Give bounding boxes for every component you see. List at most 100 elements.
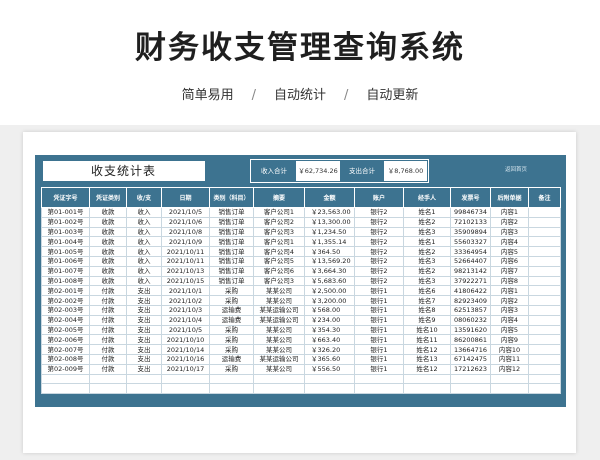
table-cell: 收款 xyxy=(89,265,127,277)
ledger-table: 凭证字号 凭证类别 收/支 日期 类别（科目） 摘要 金额 账户 经手人 发票号 后附单据 备注 第0… xyxy=(41,187,561,395)
table-cell: 内容8 xyxy=(490,275,529,287)
table-cell: 收入 xyxy=(126,207,162,218)
table-cell: 销售订单 xyxy=(209,207,254,218)
table-cell: 收款 xyxy=(89,226,127,238)
table-cell xyxy=(161,373,210,385)
table-cell xyxy=(41,383,90,395)
table-cell: 银行2 xyxy=(354,255,404,267)
table-row: 第01-008号 收款 收入 2021/10/15 销售订单 客户公司3 ￥5,683.60… xyxy=(41,275,561,287)
table-cell xyxy=(403,373,451,385)
table-cell: 第01-001号 xyxy=(41,207,90,218)
table-cell: 付款 xyxy=(89,295,127,306)
table-cell: 客户公司5 xyxy=(253,255,305,267)
table-cell: 收款 xyxy=(89,275,127,287)
table-cell: 付款 xyxy=(89,353,127,365)
table-cell: 姓名2 xyxy=(403,265,451,277)
table-cell xyxy=(528,255,561,267)
table-cell: 2021/10/10 xyxy=(161,334,210,346)
table-cell xyxy=(253,383,305,395)
table-cell: 客户公司1 xyxy=(253,236,305,248)
page-title: 财务收支管理查询系统 xyxy=(135,30,465,66)
table-cell: 13591620 xyxy=(450,324,491,336)
table-cell: 银行1 xyxy=(354,304,404,316)
table-cell: 内容3 xyxy=(490,226,529,238)
table-cell: ￥568.00 xyxy=(304,304,355,316)
table-cell: 收入 xyxy=(126,216,162,228)
table-cell xyxy=(528,334,561,346)
table-cell: 第01-007号 xyxy=(41,265,90,277)
table-cell: 运输费 xyxy=(209,314,254,326)
table-cell: 采购 xyxy=(209,334,254,346)
table-cell: 姓名3 xyxy=(403,226,451,238)
table-row xyxy=(41,373,561,385)
table-cell: ￥13,300.00 xyxy=(304,216,355,228)
table-cell: ￥13,569.20 xyxy=(304,255,355,267)
table-cell: 支出 xyxy=(126,324,162,336)
table-cell: ￥3,664.30 xyxy=(304,265,355,277)
table-cell: 银行1 xyxy=(354,344,404,355)
table-cell: 付款 xyxy=(89,324,127,336)
table-cell: 08060232 xyxy=(450,314,491,326)
table-cell: 某某公司 xyxy=(253,324,305,336)
table-cell xyxy=(354,383,404,395)
table-cell: 支出 xyxy=(126,304,162,316)
table-row: 第01-007号 收款 收入 2021/10/13 销售订单 客户公司6 ￥3,664.30… xyxy=(41,265,561,277)
table-cell: 姓名11 xyxy=(403,334,451,346)
table-cell xyxy=(528,353,561,365)
table-cell: 第02-006号 xyxy=(41,334,90,346)
table-cell: 客户公司2 xyxy=(253,216,305,228)
table-row: 第02-005号 付款 支出 2021/10/5 采购 某某公司 ￥354.30 银行1 姓名1… xyxy=(41,324,561,336)
table-cell xyxy=(528,236,561,248)
table-cell: 41806422 xyxy=(450,285,491,297)
table-cell xyxy=(528,207,561,218)
table-cell: 销售订单 xyxy=(209,246,254,257)
table-cell: 付款 xyxy=(89,285,127,297)
table-cell: 收款 xyxy=(89,216,127,228)
column-header: 凭证字号 xyxy=(41,187,90,208)
table-cell: 姓名3 xyxy=(403,255,451,267)
table-cell: 某某运输公司 xyxy=(253,353,305,365)
table-cell: 收款 xyxy=(89,236,127,248)
table-cell: 第01-006号 xyxy=(41,255,90,267)
table-cell: 姓名2 xyxy=(403,246,451,257)
table-cell: 内容9 xyxy=(490,334,529,346)
table-cell: 2021/10/3 xyxy=(161,304,210,316)
table-cell: 销售订单 xyxy=(209,255,254,267)
table-cell: 2021/10/5 xyxy=(161,207,210,218)
table-row: 第02-007号 付款 支出 2021/10/14 采购 某某公司 ￥326.20 银行1 姓名… xyxy=(41,344,561,355)
table-cell xyxy=(209,383,254,395)
table-cell: 姓名13 xyxy=(403,353,451,365)
table-cell: 付款 xyxy=(89,314,127,326)
column-header: 类别（科目） xyxy=(209,187,254,208)
table-cell: 2021/10/8 xyxy=(161,226,210,238)
table-cell: 付款 xyxy=(89,334,127,346)
table-cell: 第02-001号 xyxy=(41,285,90,297)
table-cell: 67142475 xyxy=(450,353,491,365)
table-cell xyxy=(528,226,561,238)
table-cell xyxy=(528,324,561,336)
table-cell: 2021/10/2 xyxy=(161,295,210,306)
table-cell: 33364954 xyxy=(450,246,491,257)
table-cell: 收入 xyxy=(126,255,162,267)
table-cell: 银行2 xyxy=(354,207,404,218)
table-row: 第02-008号 付款 支出 2021/10/16 运输费 某某运输公司 ￥365.60 银行… xyxy=(41,353,561,365)
table-cell: 收款 xyxy=(89,255,127,267)
table-row xyxy=(41,383,561,395)
table-row: 第02-003号 付款 支出 2021/10/3 运输费 某某运输公司 ￥568.00 银行1… xyxy=(41,304,561,316)
table-cell: 收入 xyxy=(126,275,162,287)
table-cell: 银行1 xyxy=(354,334,404,346)
table-cell: 内容5 xyxy=(490,246,529,257)
table-cell: 内容7 xyxy=(490,265,529,277)
column-header: 后附单据 xyxy=(490,187,529,208)
table-cell: 62513857 xyxy=(450,304,491,316)
table-cell: 付款 xyxy=(89,363,127,375)
back-home-link[interactable]: 返回首页 xyxy=(505,165,527,173)
table-cell: 银行2 xyxy=(354,246,404,257)
table-cell: 2021/10/5 xyxy=(161,324,210,336)
table-cell: 第01-004号 xyxy=(41,236,90,248)
table-cell: 支出 xyxy=(126,295,162,306)
expense-total-value: ￥8,768.00 xyxy=(384,161,427,181)
table-cell: ￥354.30 xyxy=(304,324,355,336)
table-cell: ￥234.00 xyxy=(304,314,355,326)
column-header: 收/支 xyxy=(126,187,162,208)
